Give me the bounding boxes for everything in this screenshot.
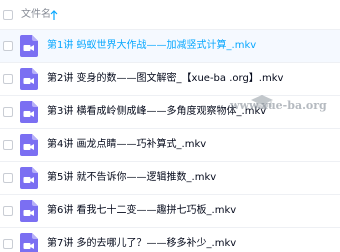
file-row-checkbox[interactable] — [3, 41, 13, 51]
file-row-checkbox[interactable] — [3, 140, 13, 150]
file-row[interactable]: 第7讲 多的去哪儿了？——移多补少_.mkv — [0, 228, 340, 252]
file-row[interactable]: 第2讲 变身的数——图文解密_【xue-ba .org】.mkv — [0, 63, 340, 96]
video-file-icon — [20, 200, 38, 222]
file-name[interactable]: 第6讲 看我七十二变——趣拼七巧板_.mkv — [47, 204, 236, 218]
file-row-checkbox[interactable] — [3, 74, 13, 84]
file-name[interactable]: 第4讲 画龙点睛——巧补算式_.mkv — [47, 138, 206, 152]
file-row-checkbox[interactable] — [3, 206, 13, 216]
video-file-icon — [20, 167, 38, 189]
file-row[interactable]: 第4讲 画龙点睛——巧补算式_.mkv — [0, 129, 340, 162]
file-row-checkbox[interactable] — [3, 173, 13, 183]
sort-ascending-icon[interactable] — [50, 9, 58, 21]
watermark: www.xue-ba.org — [212, 95, 340, 129]
file-name[interactable]: 第1讲 蚂蚁世界大作战——加减竖式计算_.mkv — [47, 39, 256, 53]
column-header-filename[interactable]: 文件名 — [21, 9, 51, 21]
file-list-header: 文件名 — [0, 0, 340, 30]
watermark-text: www.xue-ba.org — [230, 99, 327, 112]
video-file-icon — [20, 68, 38, 90]
file-row-checkbox[interactable] — [3, 107, 13, 117]
file-row[interactable]: 第6讲 看我七十二变——趣拼七巧板_.mkv — [0, 195, 340, 228]
file-name[interactable]: 第7讲 多的去哪儿了？——移多补少_.mkv — [47, 237, 236, 251]
file-row[interactable]: 第1讲 蚂蚁世界大作战——加减竖式计算_.mkv — [0, 30, 340, 63]
file-row[interactable]: 第5讲 就不告诉你——逻辑推数_.mkv — [0, 162, 340, 195]
file-row-checkbox[interactable] — [3, 239, 13, 249]
video-file-icon — [20, 35, 38, 57]
file-name[interactable]: 第2讲 变身的数——图文解密_【xue-ba .org】.mkv — [47, 72, 283, 86]
video-file-icon — [20, 233, 38, 252]
video-file-icon — [20, 101, 38, 123]
select-all-checkbox[interactable] — [3, 10, 13, 20]
video-file-icon — [20, 134, 38, 156]
file-name[interactable]: 第5讲 就不告诉你——逻辑推数_.mkv — [47, 171, 216, 185]
